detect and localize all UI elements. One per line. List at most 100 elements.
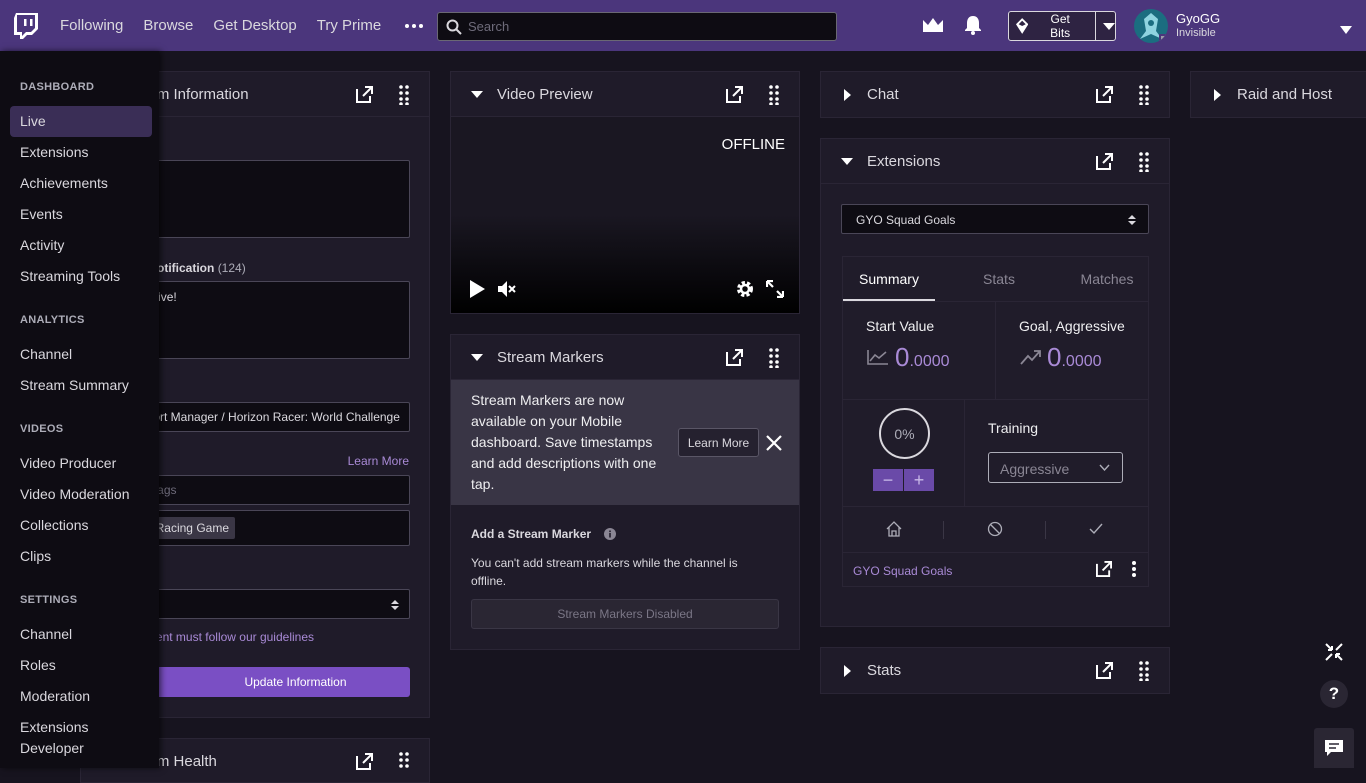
extension-select[interactable]: GYO Squad Goals bbox=[841, 204, 1149, 234]
sidebar-item-streaming-tools[interactable]: Streaming Tools bbox=[10, 261, 152, 292]
user-menu-chevron-icon[interactable] bbox=[1340, 21, 1352, 39]
drag-handle-icon[interactable] bbox=[1139, 85, 1149, 105]
search-icon bbox=[446, 19, 462, 35]
search-input[interactable] bbox=[468, 19, 828, 34]
sidebar-section-settings: SETTINGS Channel Roles Moderation Extens… bbox=[0, 594, 159, 759]
offline-message: You can't add stream markers while the c… bbox=[471, 556, 738, 588]
markers-learn-more-button[interactable]: Learn More bbox=[678, 428, 759, 457]
increase-button[interactable]: + bbox=[904, 469, 934, 491]
select-arrows-icon bbox=[391, 600, 399, 610]
collapse-caret-icon[interactable] bbox=[471, 88, 483, 100]
popout-icon[interactable] bbox=[726, 349, 743, 366]
chart-line-icon bbox=[867, 350, 888, 365]
decrease-button[interactable]: − bbox=[873, 469, 903, 491]
sidebar-item-video-moderation[interactable]: Video Moderation bbox=[10, 479, 152, 510]
sidebar-item-live[interactable]: Live bbox=[10, 106, 152, 137]
collapse-caret-icon[interactable] bbox=[471, 351, 483, 363]
drag-handle-icon[interactable] bbox=[399, 752, 409, 772]
popout-icon[interactable] bbox=[1096, 662, 1113, 679]
drag-handle-icon[interactable] bbox=[1139, 661, 1149, 681]
tag-racing-game[interactable]: Racing Game bbox=[149, 517, 235, 539]
popout-icon[interactable] bbox=[356, 86, 373, 103]
stream-markers-disabled-button[interactable]: Stream Markers Disabled bbox=[471, 599, 779, 629]
expand-caret-icon[interactable] bbox=[841, 88, 853, 101]
sidebar-item-events[interactable]: Events bbox=[10, 199, 152, 230]
panel-title: Raid and Host bbox=[1237, 86, 1333, 103]
tab-summary[interactable]: Summary bbox=[843, 257, 935, 301]
user-status: Invisible bbox=[1176, 27, 1216, 39]
goal-value-cell: Goal, Aggressive 0.0000 bbox=[996, 302, 1148, 400]
popout-icon[interactable] bbox=[1096, 561, 1112, 577]
help-icon[interactable]: ? bbox=[1320, 680, 1348, 708]
block-icon[interactable] bbox=[987, 521, 1003, 537]
sidebar-item-extensions-developer[interactable]: Extensions Developer bbox=[10, 712, 110, 759]
collapse-layout-icon[interactable] bbox=[1325, 643, 1343, 661]
sidebar-item-video-producer[interactable]: Video Producer bbox=[10, 448, 152, 479]
crown-icon[interactable] bbox=[921, 13, 945, 37]
settings-gear-icon[interactable] bbox=[736, 280, 754, 298]
sidebar-item-clips[interactable]: Clips bbox=[10, 541, 152, 572]
sidebar-item-collections[interactable]: Collections bbox=[10, 510, 152, 541]
chat-bubble-button[interactable] bbox=[1314, 728, 1354, 768]
chevron-down-icon bbox=[1099, 464, 1110, 471]
popout-icon[interactable] bbox=[1096, 86, 1113, 103]
popout-icon[interactable] bbox=[1096, 153, 1113, 170]
fullscreen-icon[interactable] bbox=[766, 280, 784, 298]
chat-panel: Chat bbox=[820, 71, 1170, 118]
drag-handle-icon[interactable] bbox=[1139, 152, 1149, 172]
sidebar-item-achievements[interactable]: Achievements bbox=[10, 168, 152, 199]
nav-try-prime[interactable]: Try Prime bbox=[317, 17, 381, 34]
sidebar-item-extensions[interactable]: Extensions bbox=[10, 137, 152, 168]
nav-get-desktop[interactable]: Get Desktop bbox=[213, 17, 296, 34]
training-select[interactable]: Aggressive bbox=[988, 452, 1123, 483]
expand-caret-icon[interactable] bbox=[1211, 88, 1223, 101]
home-icon[interactable] bbox=[886, 521, 902, 537]
collapse-caret-icon[interactable] bbox=[841, 155, 853, 167]
play-icon[interactable] bbox=[468, 280, 486, 298]
sidebar-item-stream-summary[interactable]: Stream Summary bbox=[10, 370, 152, 401]
close-icon[interactable] bbox=[766, 435, 782, 451]
add-marker-label: Add a Stream Marker bbox=[471, 527, 617, 541]
sidebar-item-activity[interactable]: Activity bbox=[10, 230, 152, 261]
nav-following[interactable]: Following bbox=[60, 17, 123, 34]
tab-stats[interactable]: Stats bbox=[949, 257, 1049, 301]
bits-gem-icon bbox=[1016, 18, 1029, 34]
tab-matches[interactable]: Matches bbox=[1067, 257, 1147, 301]
sidebar-item-roles[interactable]: Roles bbox=[10, 650, 152, 681]
raid-and-host-panel: Raid and Host bbox=[1190, 71, 1366, 118]
drag-handle-icon[interactable] bbox=[399, 85, 409, 105]
sidebar-heading: DASHBOARD bbox=[20, 81, 95, 93]
mute-icon[interactable] bbox=[498, 280, 516, 298]
more-options-icon[interactable] bbox=[399, 11, 429, 41]
info-icon[interactable] bbox=[604, 528, 617, 540]
squad-goals-widget: Summary Stats Matches Start Value 0.0000… bbox=[842, 256, 1149, 587]
sidebar-heading: VIDEOS bbox=[20, 423, 64, 435]
panel-header: Raid and Host bbox=[1191, 72, 1366, 117]
checkmark-icon[interactable] bbox=[1088, 521, 1104, 537]
extension-name-link[interactable]: GYO Squad Goals bbox=[853, 564, 952, 578]
tags-learn-more-link[interactable]: Learn More bbox=[348, 454, 409, 468]
dashboard-sidebar: DASHBOARD Live Extensions Achievements E… bbox=[0, 51, 159, 768]
get-bits-button[interactable]: Get Bits bbox=[1008, 11, 1116, 41]
sidebar-item-moderation[interactable]: Moderation bbox=[10, 681, 152, 712]
video-player[interactable]: OFFLINE bbox=[451, 117, 799, 313]
notice-text: Stream Markers are now available on your… bbox=[471, 392, 657, 492]
nav-browse[interactable]: Browse bbox=[143, 17, 193, 34]
drag-handle-icon[interactable] bbox=[769, 85, 779, 105]
mobile-markers-notice: Stream Markers are now available on your… bbox=[451, 380, 799, 505]
expand-caret-icon[interactable] bbox=[841, 664, 853, 677]
status-indicator bbox=[1159, 34, 1167, 42]
popout-icon[interactable] bbox=[356, 753, 373, 770]
offline-status: OFFLINE bbox=[721, 136, 785, 153]
twitch-logo-icon[interactable] bbox=[0, 0, 51, 51]
sidebar-item-channel-settings[interactable]: Channel bbox=[10, 619, 152, 650]
user-menu[interactable]: GyoGG Invisible bbox=[1134, 9, 1220, 43]
popout-icon[interactable] bbox=[726, 86, 743, 103]
sidebar-section-dashboard: DASHBOARD Live Extensions Achievements E… bbox=[0, 81, 159, 292]
sidebar-item-channel-analytics[interactable]: Channel bbox=[10, 339, 152, 370]
drag-handle-icon[interactable] bbox=[769, 348, 779, 368]
panel-header: Video Preview bbox=[451, 72, 799, 117]
kebab-menu-icon[interactable] bbox=[1131, 561, 1137, 577]
goal-value-label: Goal, Aggressive bbox=[1019, 318, 1125, 334]
notifications-bell-icon[interactable] bbox=[961, 13, 985, 37]
